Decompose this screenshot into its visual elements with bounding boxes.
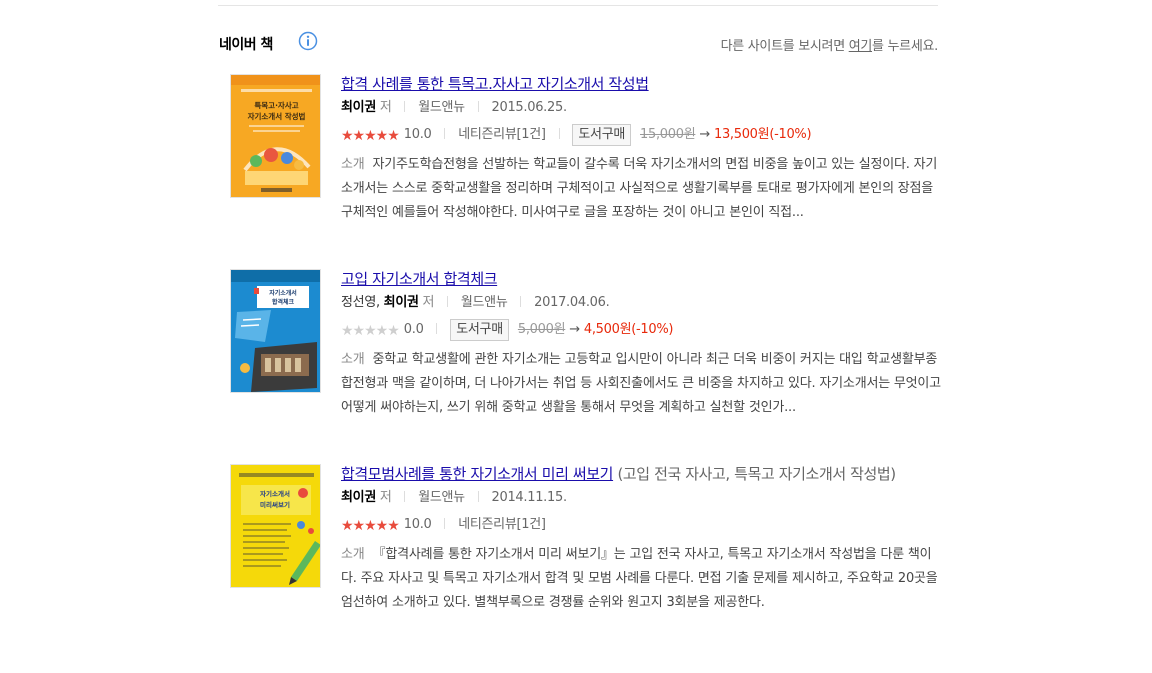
book-meta: 최이권 저 월드앤뉴 2015.06.25.: [341, 98, 941, 118]
book-cover-image[interactable]: 자기소개서 합격체크: [230, 269, 321, 393]
info-icon[interactable]: [298, 31, 318, 51]
book-info: 고입 자기소개서 합격체크 정선영, 최이권 저 월드앤뉴 2017.04.06…: [341, 268, 941, 420]
book-subtitle: (고입 전국 자사고, 특목고 자기소개서 작성법): [613, 465, 896, 483]
star-rating: ★★★★★: [341, 323, 400, 339]
book-description: 소개 자기주도학습전형을 선발하는 학교들이 갈수록 더욱 자기소개서의 면접 비…: [341, 153, 941, 225]
book-rating-row: ★★★★★ 10.0 네티즌리뷰[1건] 도서구매 15,000원 → 13,500원(…: [341, 124, 941, 147]
netizen-review-link[interactable]: 네티즌리뷰[1건]: [458, 517, 546, 532]
meta-separator: [447, 296, 448, 307]
book-title: 합격모범사례를 통한 자기소개서 미리 써보기 (고입 전국 자사고, 특목고 …: [341, 463, 941, 485]
section-header: 네이버 책 다른 사이트를 보시려면 여기를 누르세요.: [219, 31, 938, 55]
section-title: 네이버 책: [219, 37, 273, 53]
svg-text:합격체크: 합격체크: [272, 298, 295, 306]
book-description: 소개 중학교 학교생활에 관한 자기소개는 고등학교 입시만이 아니라 최근 더욱…: [341, 348, 941, 420]
other-site-link[interactable]: 여기: [849, 39, 873, 54]
book-title-link[interactable]: 고입 자기소개서 합격체크: [341, 270, 498, 288]
rating-score: 10.0: [403, 517, 432, 532]
star-rating: ★★★★★: [341, 128, 400, 144]
description-text: 중학교 학교생활에 관한 자기소개는 고등학교 입시만이 아니라 최근 더욱 비…: [341, 352, 941, 415]
book-date: 2015.06.25.: [491, 100, 568, 115]
book-meta: 정선영, 최이권 저 월드앤뉴 2017.04.06.: [341, 293, 941, 313]
book-title-link[interactable]: 합격모범사례를 통한 자기소개서 미리 써보기: [341, 465, 613, 483]
book-rating-row: ★★★★★ 10.0 네티즌리뷰[1건]: [341, 514, 941, 537]
description-label: 소개: [341, 352, 365, 367]
meta-separator: [404, 491, 406, 502]
original-price: 15,000원: [640, 127, 696, 142]
sale-price: 4,500원(-10%): [583, 322, 674, 337]
other-site-suffix: 를 누르세요.: [872, 39, 938, 54]
book-date: 2014.11.15.: [491, 490, 568, 505]
description-text: 『합격사례를 통한 자기소개서 미리 써보기』는 고입 전국 자사고, 특목고 …: [341, 547, 938, 610]
rating-separator: [444, 128, 446, 139]
rating-separator: [444, 518, 446, 529]
book-publisher[interactable]: 월드앤뉴: [461, 295, 508, 310]
book-cover-image[interactable]: 특목고·자사고 자기소개서 작성법: [230, 74, 321, 198]
star-rating: ★★★★★: [341, 518, 400, 534]
other-site-notice: 다른 사이트를 보시려면 여기를 누르세요.: [720, 35, 939, 54]
svg-text:자기소개서: 자기소개서: [269, 289, 297, 297]
book-rating-row: ★★★★★ 0.0 도서구매 5,000원 → 4,500원(-10%): [341, 319, 941, 342]
book-title: 합격 사례를 통한 특목고.자사고 자기소개서 작성법: [341, 73, 941, 95]
meta-separator: [520, 296, 522, 307]
rating-score: 0.0: [403, 322, 424, 337]
meta-separator: [404, 101, 406, 112]
book-publisher[interactable]: 월드앤뉴: [418, 100, 465, 115]
svg-text:특목고·자사고: 특목고·자사고: [254, 100, 298, 110]
netizen-review-link[interactable]: 네티즌리뷰[1건]: [458, 127, 546, 142]
book-coauthor[interactable]: 정선영,: [341, 295, 384, 310]
meta-separator: [477, 101, 479, 112]
rating-separator: [436, 323, 438, 334]
original-price: 5,000원: [517, 322, 566, 337]
rating-score: 10.0: [403, 127, 432, 142]
svg-text:자기소개서 작성법: 자기소개서 작성법: [248, 111, 306, 121]
description-text: 자기주도학습전형을 선발하는 학교들이 갈수록 더욱 자기소개서의 면접 비중을…: [341, 157, 938, 220]
book-author-role: 저: [422, 295, 435, 310]
book-cover-image[interactable]: 자기소개서 미리써보기: [230, 464, 321, 588]
book-title-link[interactable]: 합격 사례를 통한 특목고.자사고 자기소개서 작성법: [341, 75, 649, 93]
book-meta: 최이권 저 월드앤뉴 2014.11.15.: [341, 488, 941, 508]
book-date: 2017.04.06.: [534, 295, 610, 310]
book-author[interactable]: 최이권: [341, 490, 376, 505]
price-arrow: →: [699, 127, 710, 142]
description-label: 소개: [341, 547, 365, 562]
book-info: 합격 사례를 통한 특목고.자사고 자기소개서 작성법 최이권 저 월드앤뉴 2…: [341, 73, 941, 225]
rating-separator: [558, 128, 560, 139]
book-title: 고입 자기소개서 합격체크: [341, 268, 941, 290]
book-author-role: 저: [379, 490, 392, 505]
price-arrow: →: [569, 322, 580, 337]
meta-separator: [477, 491, 479, 502]
book-description: 소개 『합격사례를 통한 자기소개서 미리 써보기』는 고입 전국 자사고, 특목…: [341, 543, 941, 615]
description-label: 소개: [341, 157, 365, 172]
book-info: 합격모범사례를 통한 자기소개서 미리 써보기 (고입 전국 자사고, 특목고 …: [341, 463, 941, 615]
top-divider: [218, 5, 938, 6]
book-publisher[interactable]: 월드앤뉴: [418, 490, 465, 505]
svg-text:미리써보기: 미리써보기: [260, 500, 290, 509]
sale-price: 13,500원(-10%): [713, 127, 812, 142]
other-site-prefix: 다른 사이트를 보시려면: [720, 39, 849, 54]
book-author[interactable]: 최이권: [341, 100, 376, 115]
book-author-role: 저: [379, 100, 392, 115]
buy-book-button[interactable]: 도서구매: [450, 319, 509, 341]
svg-text:자기소개서: 자기소개서: [260, 489, 290, 498]
buy-book-button[interactable]: 도서구매: [572, 124, 632, 146]
book-author[interactable]: 최이권: [384, 295, 419, 310]
